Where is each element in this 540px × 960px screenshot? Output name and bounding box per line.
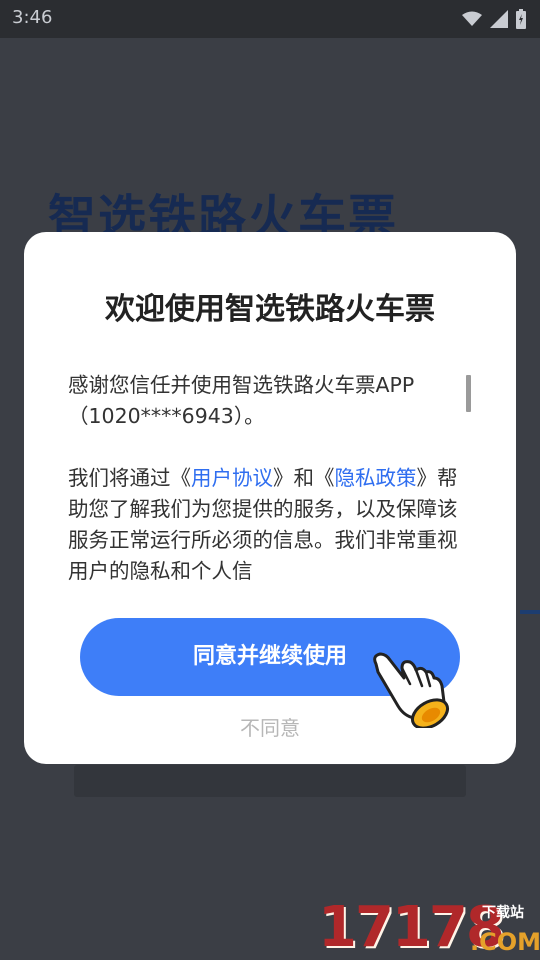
site-watermark: 17178 下载站 .COM [318, 896, 540, 960]
background-divider [520, 610, 540, 614]
watermark-domain: .COM [470, 928, 540, 956]
signal-icon [490, 10, 508, 28]
dialog-scrollbar[interactable] [466, 375, 471, 412]
user-agreement-link[interactable]: 用户协议 [191, 466, 273, 490]
privacy-policy-link[interactable]: 隐私政策 [335, 466, 417, 490]
dialog-intro: 感谢您信任并使用智选铁路火车票APP（1020****6943）。 [68, 373, 415, 428]
status-time: 3:46 [12, 7, 53, 28]
disagree-button[interactable]: 不同意 [24, 712, 516, 744]
dialog-paragraph: 我们将通过《用户协议》和《隐私政策》帮助您了解我们为您提供的服务，以及保障该服务… [68, 463, 460, 582]
status-icons [462, 9, 526, 29]
watermark-tag: 下载站 [482, 905, 524, 921]
dialog-title: 欢迎使用智选铁路火车票 [105, 292, 435, 327]
wifi-icon [462, 11, 482, 26]
dialog-body[interactable]: 感谢您信任并使用智选铁路火车票APP（1020****6943）。 我们将通过《… [68, 370, 460, 582]
battery-icon [516, 9, 526, 29]
paragraph-mid: 》和《 [273, 466, 335, 490]
privacy-dialog: 欢迎使用智选铁路火车票 感谢您信任并使用智选铁路火车票APP（1020****6… [24, 232, 516, 764]
status-bar: 3:46 [0, 0, 540, 38]
paragraph-prefix: 我们将通过《 [68, 466, 191, 490]
background-bottom-bar [74, 765, 466, 797]
